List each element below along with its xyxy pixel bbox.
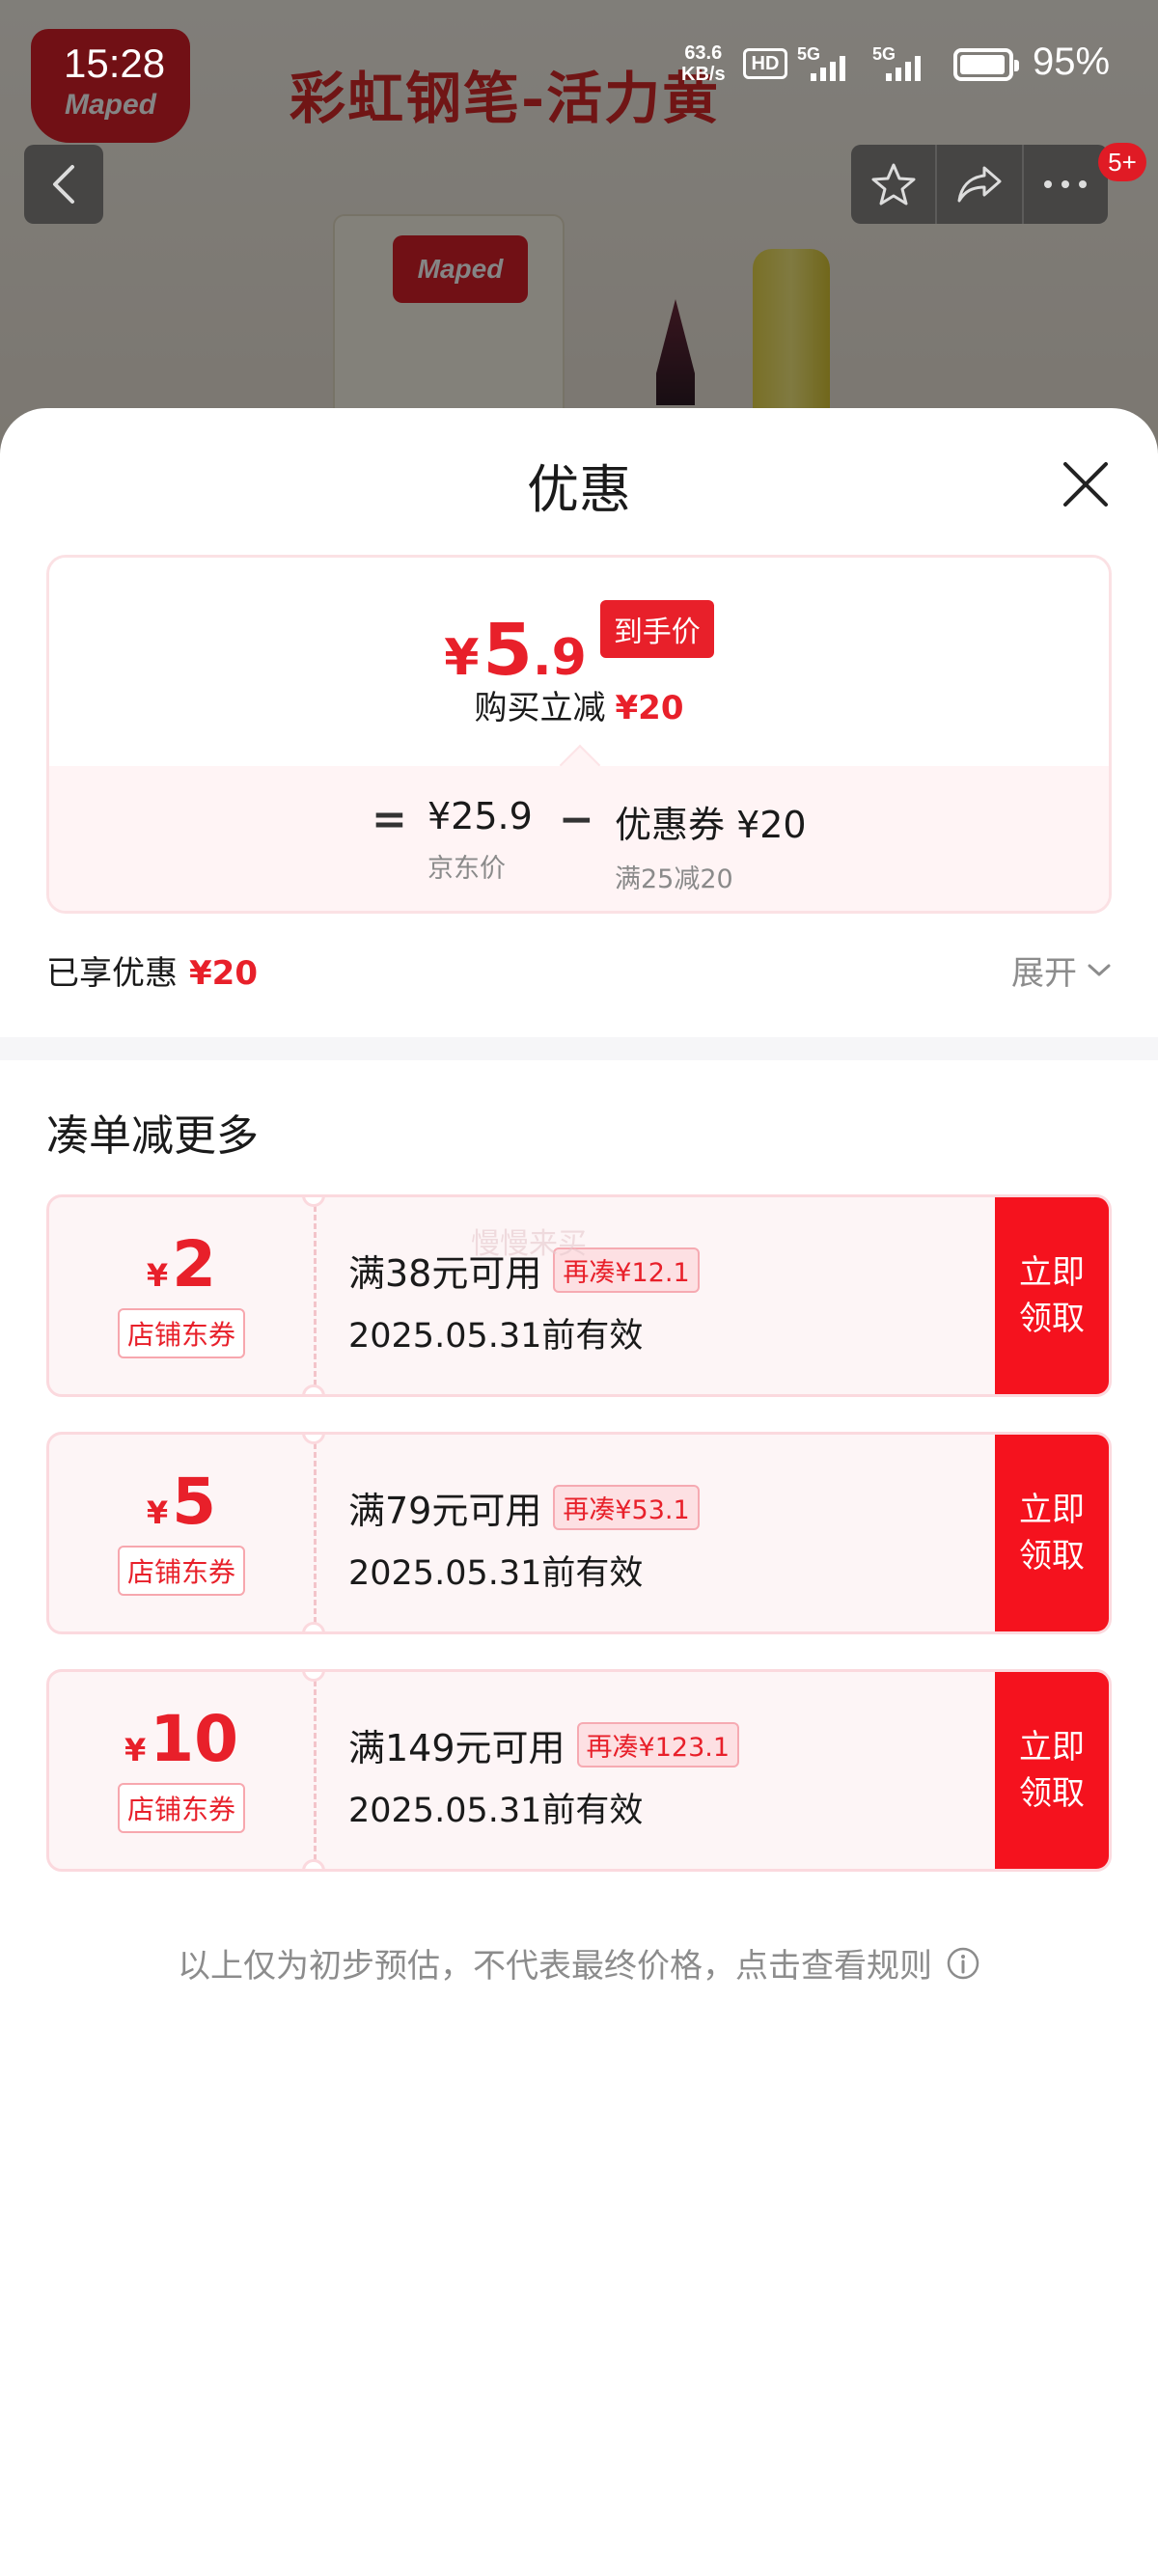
enjoyed-label: 已享优惠 [46, 954, 178, 993]
more-icon [1044, 180, 1088, 188]
signal-icon: 5G [872, 44, 930, 83]
battery-icon [953, 48, 1019, 81]
equals-sign: = [372, 795, 407, 844]
jd-price-label: 京东价 [427, 854, 506, 884]
coupon-type-badge: 店铺东券 [117, 1783, 245, 1833]
claim-coupon-button[interactable]: 立即 领取 [995, 1435, 1109, 1631]
close-button[interactable] [1060, 458, 1112, 510]
coupon-validity: 2025.05.31前有效 [348, 1792, 644, 1830]
rules-note-text: 以上仅为初步预估，不代表最终价格，点击查看规则 [178, 1947, 932, 1986]
price-formula-section: = ¥25.9 京东价 − 优惠券 ¥20 满25减20 [49, 766, 1109, 911]
coupon-notch [302, 1384, 325, 1394]
instant-reduction: 购买立减 ¥20 [49, 681, 1109, 728]
enjoyed-amount: ¥20 [189, 954, 258, 993]
coupon-currency: ¥ [146, 1494, 169, 1532]
coupon-condition-text: 满79元可用 [348, 1490, 542, 1532]
coupon-amount-section: ¥ 2 店铺东券 [49, 1197, 314, 1394]
coupon-gap-tag: 再凑¥123.1 [576, 1722, 740, 1768]
claim-coupon-button[interactable]: 立即 领取 [995, 1197, 1109, 1394]
minus-sign: − [559, 795, 594, 844]
coupon-validity: 2025.05.31前有效 [348, 1554, 644, 1593]
coupon-amount: ¥ 2 [147, 1233, 216, 1297]
discount-sheet: 优惠 ¥ 5 .9 到手价 购买立减 ¥20 = ¥25.9 京东价 − 优惠券… [0, 408, 1158, 2576]
coupon-amount-value: 2 [172, 1227, 217, 1302]
more-button[interactable] [1024, 145, 1108, 224]
coupon-amount: ¥ 10 [124, 1708, 238, 1771]
network-speed-value: 63.6 [684, 42, 723, 64]
enjoyed-discount-row: 已享优惠 ¥20 展开 [46, 946, 1112, 1004]
coupon-amount-section: ¥ 5 店铺东券 [49, 1435, 314, 1631]
coupon-amount-value: 5 [172, 1465, 217, 1539]
coupon-card: ¥ 10 店铺东券 满149元可用 再凑¥123.1 2025.05.31前有效… [46, 1669, 1112, 1872]
claim-button-label: 立即 领取 [1019, 1253, 1085, 1338]
close-icon [1063, 462, 1108, 507]
coupon-condition: 满79元可用 再凑¥53.1 [348, 1481, 1014, 1534]
coupon-type-badge: 店铺东券 [117, 1546, 245, 1596]
rules-note[interactable]: 以上仅为初步预估，不代表最终价格，点击查看规则 [0, 1939, 1158, 1987]
price-breakdown-card: ¥ 5 .9 到手价 购买立减 ¥20 = ¥25.9 京东价 − 优惠券 ¥20… [46, 555, 1112, 914]
back-button[interactable] [24, 145, 103, 224]
coupon-rule: 满25减20 [615, 864, 733, 894]
jd-price-term: ¥25.9 京东价 [427, 795, 533, 885]
enjoyed-discount: 已享优惠 ¥20 [46, 946, 258, 994]
coupon-condition-text: 满149元可用 [348, 1727, 565, 1769]
claim-coupon-button[interactable]: 立即 领取 [995, 1672, 1109, 1869]
coupon-separator [314, 1435, 317, 1631]
cart-badge: 5+ [1098, 143, 1146, 181]
expand-label: 展开 [1011, 954, 1077, 993]
coupon-condition: 满149元可用 再凑¥123.1 [348, 1718, 1014, 1771]
sheet-title: 优惠 [527, 459, 631, 520]
info-icon [947, 1947, 979, 1979]
product-actions [851, 145, 1108, 224]
battery-percent: 95% [1033, 41, 1111, 83]
status-bar: 15:28 63.6 KB/s HD 5G 5G 95% [0, 0, 1158, 135]
share-button[interactable] [937, 145, 1024, 224]
coupon-term: 优惠券 ¥20 满25减20 [615, 795, 807, 895]
final-price-integer: 5 [482, 609, 533, 693]
coupon-condition: 满38元可用 再凑¥12.1 [348, 1244, 1014, 1297]
section-divider [0, 1037, 1158, 1060]
star-icon [871, 163, 916, 206]
final-price-section: ¥ 5 .9 到手价 购买立减 ¥20 [49, 558, 1109, 766]
section-title: 凑单减更多 [46, 1111, 259, 1161]
back-arrow-icon [53, 165, 74, 204]
final-price-currency: ¥ [444, 629, 480, 687]
coupon-details: 满38元可用 再凑¥12.1 2025.05.31前有效 [348, 1244, 1014, 1357]
coupon-value: 优惠券 ¥20 [615, 804, 807, 846]
claim-button-label: 立即 领取 [1019, 1728, 1085, 1813]
status-time: 15:28 [64, 41, 166, 86]
final-price-decimal: .9 [532, 629, 587, 687]
final-price: ¥ 5 .9 到手价 [49, 600, 1109, 693]
coupon-currency: ¥ [124, 1732, 147, 1769]
reduction-amount: ¥20 [615, 689, 684, 727]
coupon-amount-section: ¥ 10 店铺东券 [49, 1672, 314, 1869]
signal-icon: 5G [797, 44, 855, 83]
coupon-amount-value: 10 [150, 1702, 239, 1776]
coupon-details: 满79元可用 再凑¥53.1 2025.05.31前有效 [348, 1481, 1014, 1595]
coupon-card: ¥ 5 店铺东券 满79元可用 再凑¥53.1 2025.05.31前有效 立即… [46, 1432, 1112, 1634]
network-speed-unit: KB/s [681, 64, 726, 85]
coupon-currency: ¥ [146, 1257, 169, 1295]
coupon-notch [302, 1859, 325, 1869]
coupon-type-badge: 店铺东券 [117, 1308, 245, 1358]
share-icon [957, 166, 1002, 203]
jd-price-value: ¥25.9 [427, 795, 533, 837]
coupon-separator [314, 1672, 317, 1869]
chevron-down-icon [1088, 964, 1111, 975]
hd-icon: HD [743, 48, 787, 79]
network-speed: 63.6 KB/s [681, 42, 726, 85]
reduction-label: 购买立减 [474, 689, 606, 727]
final-price-tag: 到手价 [599, 600, 714, 658]
claim-button-label: 立即 领取 [1019, 1491, 1085, 1576]
coupon-notch [302, 1622, 325, 1631]
coupon-validity: 2025.05.31前有效 [348, 1317, 644, 1356]
watermark: 慢慢来买 [471, 1227, 587, 1261]
coupon-gap-tag: 再凑¥53.1 [553, 1485, 700, 1530]
coupon-separator [314, 1197, 317, 1394]
coupon-amount: ¥ 5 [147, 1470, 216, 1534]
price-formula: = ¥25.9 京东价 − 优惠券 ¥20 满25减20 [49, 795, 1109, 894]
coupon-details: 满149元可用 再凑¥123.1 2025.05.31前有效 [348, 1718, 1014, 1832]
favorite-button[interactable] [851, 145, 938, 224]
expand-button[interactable]: 展开 [1011, 946, 1112, 994]
